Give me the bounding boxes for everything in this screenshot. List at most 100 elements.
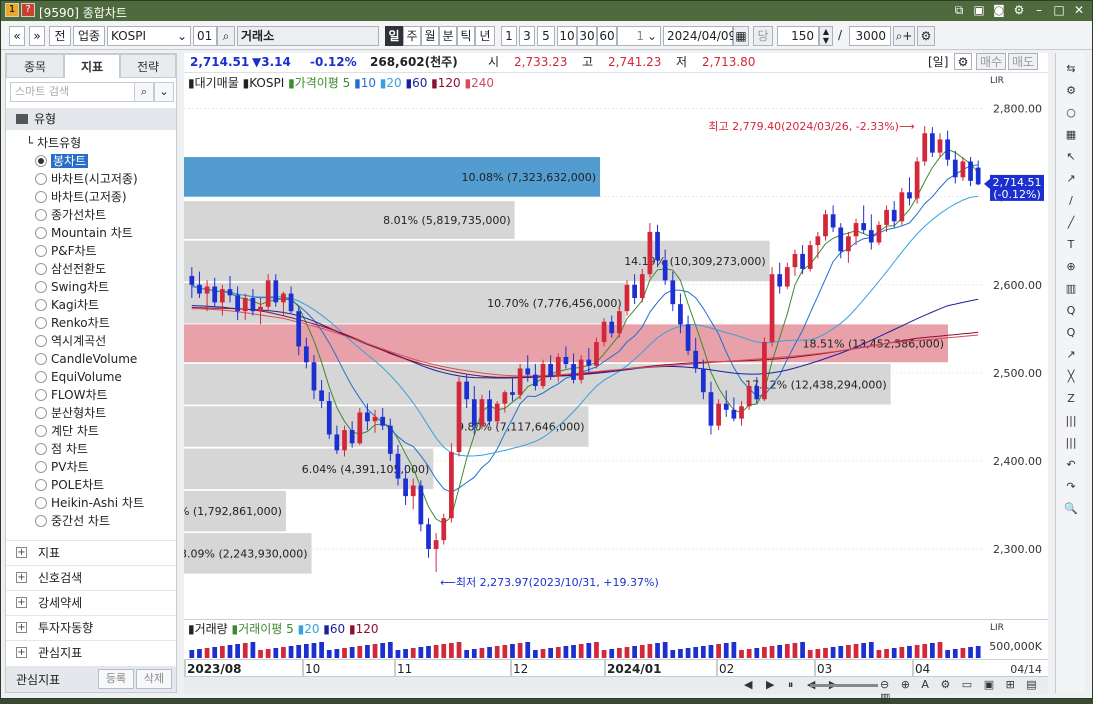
chart-type-item[interactable]: Heikin-Ashi 차트 [16, 494, 144, 512]
register-button[interactable]: 등록 [98, 669, 134, 689]
expand-icon[interactable]: + [16, 572, 27, 583]
gear-icon[interactable]: ⚙ [954, 53, 972, 70]
price-chart[interactable]: 2,800.002,700.002,600.002,500.002,400.00… [154, 73, 1048, 619]
chart-type-item[interactable]: 바차트(고저종) [16, 188, 144, 206]
section-0[interactable]: + 지표 [6, 540, 176, 564]
drawing-tool-icon[interactable]: Q [1061, 323, 1081, 343]
zoom-in-icon[interactable]: ⌕+ [893, 26, 915, 46]
chart-type-item[interactable]: P&F차트 [16, 242, 144, 260]
chart-type-item[interactable]: 점 차트 [16, 440, 144, 458]
drawing-tool-icon[interactable]: ⇆ [1061, 59, 1081, 79]
index-select[interactable]: KOSPI ⌄ [107, 26, 191, 46]
chart-type-item[interactable]: 종가선차트 [16, 206, 144, 224]
drawing-tool-icon[interactable]: ||| [1061, 433, 1081, 453]
unit-input[interactable]: 1 ⌄ [617, 26, 661, 46]
drawing-tool-icon[interactable]: ||| [1061, 411, 1081, 431]
chart-type-item[interactable]: POLE차트 [16, 476, 144, 494]
help-icon[interactable]: ? [21, 3, 35, 17]
radio-button[interactable] [35, 281, 47, 293]
zoom-controls[interactable]: ⊖ ⊕ A ⚙ ▭ ▣ ⊞ ▤ ▥ [880, 678, 1048, 704]
screen-number-badge[interactable]: 1 [5, 3, 19, 17]
period-year[interactable]: 년 [475, 26, 495, 46]
calendar-icon[interactable]: ▦ [733, 26, 749, 46]
chart-type-item[interactable]: 계단 차트 [16, 422, 144, 440]
sector-button[interactable]: 업종 [73, 26, 105, 46]
radio-button[interactable] [35, 173, 47, 185]
scroll-track[interactable] [810, 684, 878, 687]
interval-3[interactable]: 3 [519, 26, 535, 46]
drawing-tool-icon[interactable]: ⊕ [1061, 257, 1081, 277]
radio-button[interactable] [35, 209, 47, 221]
all-button[interactable]: 전 [49, 26, 71, 46]
type-section-header[interactable]: 유형 [6, 108, 176, 130]
chart-type-item[interactable]: 역시계곡선 [16, 332, 144, 350]
drawing-tool-icon[interactable]: ▦ [1061, 125, 1081, 145]
section-4[interactable]: + 관심지표 [6, 640, 176, 664]
chart-type-item[interactable]: 분산형차트 [16, 404, 144, 422]
expand-icon[interactable]: + [16, 647, 27, 658]
tab-strategy[interactable]: 전략 [120, 54, 176, 78]
drawing-tool-icon[interactable]: ↗ [1061, 345, 1081, 365]
expand-icon[interactable]: + [16, 622, 27, 633]
tab-stock[interactable]: 종목 [6, 54, 64, 78]
radio-button[interactable] [35, 263, 47, 275]
interval-10[interactable]: 10 [557, 26, 577, 46]
interval-60[interactable]: 60 [597, 26, 617, 46]
count-field[interactable]: 150 [777, 26, 819, 46]
chevron-down-icon[interactable]: ⌄ [154, 82, 174, 102]
radio-button[interactable] [35, 443, 47, 455]
chart-type-item[interactable]: Kagi차트 [16, 296, 144, 314]
interval-30[interactable]: 30 [577, 26, 597, 46]
chart-type-item[interactable]: 바차트(시고저종) [16, 170, 144, 188]
radio-button[interactable] [35, 389, 47, 401]
drawing-tool-icon[interactable]: ○ [1061, 103, 1081, 123]
radio-button[interactable] [35, 191, 47, 203]
drawing-tool-icon[interactable]: Q [1061, 301, 1081, 321]
drawing-tool-icon[interactable]: ↷ [1061, 477, 1081, 497]
drawing-tool-icon[interactable]: Z [1061, 389, 1081, 409]
section-3[interactable]: + 투자자동향 [6, 615, 176, 639]
prev-button[interactable]: « [9, 26, 25, 46]
search-icon[interactable]: ⌕ [217, 26, 235, 46]
chart-type-item[interactable]: 삼선전환도 [16, 260, 144, 278]
chart-scrollbar[interactable]: ◀ ▶ ⏸ ◀ ▶ ⊖ ⊕ A ⚙ ▭ ▣ ⊞ ▤ ▥ [184, 676, 1048, 704]
period-minute[interactable]: 분 [439, 26, 457, 46]
radio-button[interactable] [35, 227, 47, 239]
chart-type-item[interactable]: PV차트 [16, 458, 144, 476]
period-tick[interactable]: 틱 [457, 26, 475, 46]
date-field[interactable]: 2024/04/09 [663, 26, 736, 46]
count-stepper[interactable]: ▲ ▼ [819, 26, 833, 46]
close-icon[interactable]: ✕ [1072, 3, 1086, 17]
chart-type-item[interactable]: EquiVolume [16, 368, 144, 386]
gear-icon[interactable]: ⚙ [917, 26, 935, 46]
radio-button[interactable] [35, 299, 47, 311]
chart-type-item[interactable]: 중간선 차트 [16, 512, 144, 530]
tree-root[interactable]: └ 차트유형 [16, 134, 144, 152]
interval-5[interactable]: 5 [537, 26, 555, 46]
drawing-tool-icon[interactable]: ↖ [1061, 147, 1081, 167]
sell-button[interactable]: 매도 [1008, 53, 1038, 70]
drawing-tool-icon[interactable]: ▥ [1061, 279, 1081, 299]
interval-1[interactable]: 1 [501, 26, 517, 46]
next-button[interactable]: » [29, 26, 45, 46]
section-1[interactable]: + 신호검색 [6, 565, 176, 589]
volume-chart[interactable]: ▮거래량 ▮거래이평 5 ▮20 ▮60 ▮120 500,000K LIR [184, 619, 1048, 659]
expand-icon[interactable]: + [16, 547, 27, 558]
drawing-tool-icon[interactable]: 🔍 [1061, 499, 1081, 519]
drawing-tool-icon[interactable]: ↗ [1061, 169, 1081, 189]
search-icon[interactable]: ⌕ [134, 82, 154, 102]
minimize-icon[interactable]: – [1032, 3, 1046, 17]
today-button[interactable]: 당 [753, 26, 773, 46]
radio-button[interactable] [35, 461, 47, 473]
radio-button[interactable] [35, 515, 47, 527]
drawing-tool-icon[interactable]: ⚙ [1061, 81, 1081, 101]
drawing-tool-icon[interactable]: ╱ [1061, 213, 1081, 233]
chart-type-item[interactable]: FLOW차트 [16, 386, 144, 404]
settings-icon[interactable]: ⚙ [1012, 3, 1026, 17]
radio-button[interactable] [35, 425, 47, 437]
radio-button[interactable] [35, 353, 47, 365]
maximize-icon[interactable]: □ [1052, 3, 1066, 17]
chart-type-item[interactable]: CandleVolume [16, 350, 144, 368]
radio-button[interactable] [35, 155, 47, 167]
radio-button[interactable] [35, 245, 47, 257]
